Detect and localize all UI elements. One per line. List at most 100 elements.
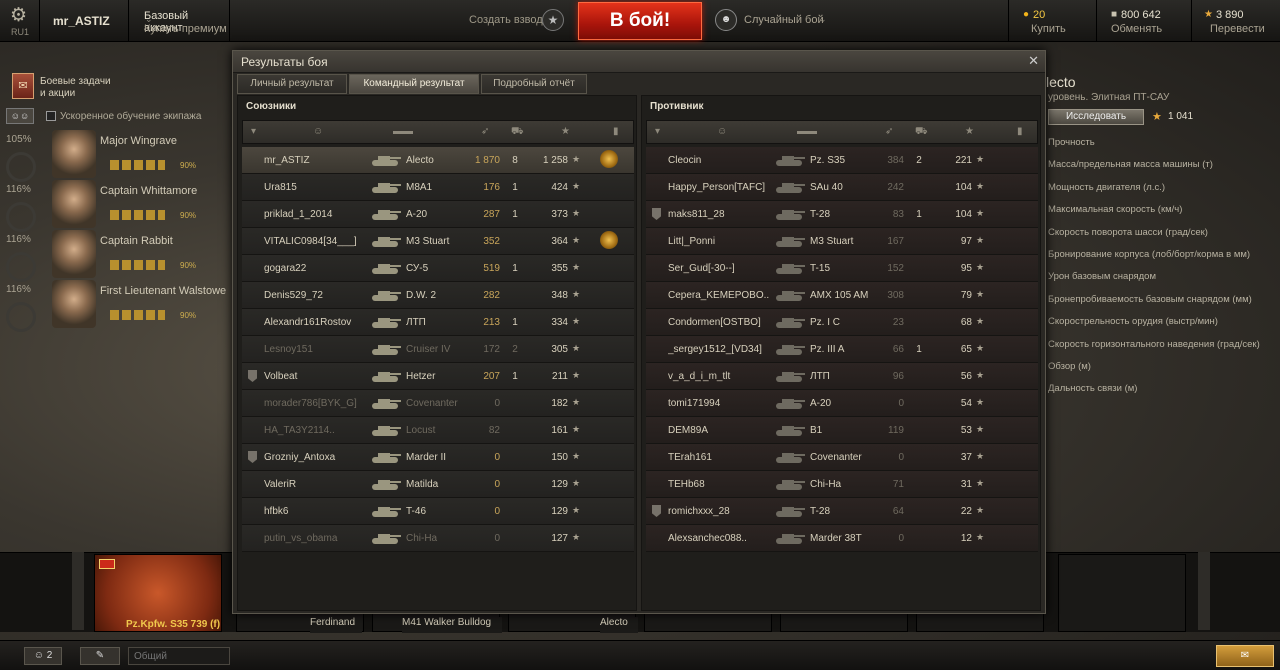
enemies-title: Противник [650, 101, 704, 112]
crew-pct: 105% [6, 134, 32, 145]
crew-member[interactable]: 105% Major Wingrave 90% [0, 130, 232, 182]
table-row[interactable]: putin_vs_obama Chi-Ha 0 127 ★ [242, 525, 634, 552]
table-row[interactable]: Cepera_KEMEPOBO.. AMX 105 AM 308 79 ★ [646, 282, 1038, 309]
table-row[interactable]: DEM89A B1 119 53 ★ [646, 417, 1038, 444]
crew-member[interactable]: 116% Captain Whittamore 90% [0, 180, 232, 232]
table-row[interactable]: morader786[BYK_G] Covenanter 0 182 ★ [242, 390, 634, 417]
exchange-button[interactable]: Обменять [1111, 23, 1162, 35]
table-row[interactable]: HA_TA3Y2114.. Locust 82 161 ★ [242, 417, 634, 444]
battle-button[interactable]: В бой! [578, 2, 702, 40]
table-row[interactable]: Volbeat Hetzer 207 1 211 ★ [242, 363, 634, 390]
chat-channels-button[interactable]: ✎ [80, 647, 120, 665]
table-row[interactable]: Denis529_72 D.W. 2 282 348 ★ [242, 282, 634, 309]
crew-menu-button[interactable]: ☺☺ [6, 108, 34, 124]
medals-column-icon[interactable]: ▮ [613, 126, 619, 137]
medal-icon[interactable] [600, 231, 618, 249]
accelerated-crew-checkbox[interactable] [46, 111, 56, 121]
table-row[interactable]: hfbk6 T-46 0 129 ★ [242, 498, 634, 525]
table-row[interactable]: maks811_28 T-28 83 1 104 ★ [646, 201, 1038, 228]
crew-member[interactable]: 116% Captain Rabbit 90% [0, 230, 232, 282]
table-row[interactable]: _sergey1512_[VD34] Pz. III A 66 1 65 ★ [646, 336, 1038, 363]
convert-xp-button[interactable]: Перевести [1210, 23, 1265, 35]
carousel-tank-label[interactable]: Alecto [600, 617, 638, 633]
table-row[interactable]: Cleocin Pz. S35 384 2 221 ★ [646, 147, 1038, 174]
tank-icon-wrap [774, 502, 806, 520]
friends-button[interactable]: ☺ 2 [24, 647, 62, 665]
table-row[interactable]: mr_ASTIZ Alecto 1 870 8 1 258 ★ [242, 147, 634, 174]
carousel-selected-tank[interactable]: Pz.Kpfw. S35 739 (f) [94, 554, 222, 632]
damage-value: 0 [898, 533, 904, 544]
platoon-column-icon[interactable]: ▾ [655, 126, 660, 137]
table-row[interactable]: Ura815 M8A1 176 1 424 ★ [242, 174, 634, 201]
table-row[interactable]: Alexandr161Rostov ЛТП 213 1 334 ★ [242, 309, 634, 336]
tab-team[interactable]: Командный результат [349, 74, 479, 94]
table-row[interactable]: romichxxx_28 T-28 64 22 ★ [646, 498, 1038, 525]
window-titlebar[interactable]: Результаты боя ✕ [233, 51, 1045, 73]
account-menu[interactable]: mr_ASTIZ ⌄ [41, 0, 153, 42]
chat-input[interactable] [128, 647, 230, 665]
tank-icon-wrap [774, 448, 806, 466]
carousel-tank-label[interactable]: M41 Walker Bulldog [402, 617, 502, 633]
table-row[interactable]: ValeriR Matilda 0 129 ★ [242, 471, 634, 498]
table-row[interactable]: Ser_Gud[-30--] T-15 152 95 ★ [646, 255, 1038, 282]
table-row[interactable]: tomi171994 A-20 0 54 ★ [646, 390, 1038, 417]
tank-column-icon[interactable]: ▬▬ [393, 126, 413, 137]
platoon-column-icon[interactable]: ▾ [251, 126, 256, 137]
player-name: Grozniy_Antoxa [264, 452, 336, 463]
xp-column-icon[interactable]: ★ [965, 126, 974, 137]
table-row[interactable]: gogara22 СУ-5 519 1 355 ★ [242, 255, 634, 282]
carousel-slot[interactable] [1058, 554, 1186, 632]
medals-column-icon[interactable]: ▮ [1017, 126, 1023, 137]
player-column-icon[interactable]: ☺ [313, 126, 323, 137]
damage-column-icon[interactable]: ➶ [885, 126, 893, 137]
spec-label: Обзор (м) [1048, 360, 1091, 372]
table-row[interactable]: Grozniy_Antoxa Marder II 0 150 ★ [242, 444, 634, 471]
tank-icon-wrap [370, 529, 402, 547]
medal-icon[interactable] [600, 150, 618, 168]
battle-mode-selector[interactable]: Случайный бой [744, 14, 824, 26]
table-row[interactable]: Lesnoy151 Cruiser IV 172 2 305 ★ [242, 336, 634, 363]
xp-value: 129 [551, 479, 568, 490]
table-row[interactable]: VITALIC0984[34___] M3 Stuart 352 364 ★ [242, 228, 634, 255]
notifications-button[interactable]: ✉ [1216, 645, 1274, 667]
research-button[interactable]: Исследовать [1048, 109, 1144, 125]
accelerated-crew-label: Ускоренное обучение экипажа [60, 111, 202, 122]
damage-column-icon[interactable]: ➶ [481, 126, 489, 137]
carousel-scroll-right[interactable] [1198, 552, 1210, 630]
table-row[interactable]: Alexsanchec088.. Marder 38T 0 12 ★ [646, 525, 1038, 552]
table-row[interactable]: TErah161 Covenanter 0 37 ★ [646, 444, 1038, 471]
tank-column-icon[interactable]: ▬▬ [797, 126, 817, 137]
table-row[interactable]: Condormen[OSTBO] Pz. I C 23 68 ★ [646, 309, 1038, 336]
settings-button[interactable]: ⚙ RU1 [0, 0, 40, 42]
star-icon: ★ [1152, 111, 1162, 123]
buy-gold-button[interactable]: Купить [1031, 23, 1066, 35]
xp-column-icon[interactable]: ★ [561, 126, 570, 137]
player-column-icon[interactable]: ☺ [717, 126, 727, 137]
table-row[interactable]: Happy_Person[TAFC] SAu 40 242 104 ★ [646, 174, 1038, 201]
tank-icon [372, 156, 401, 166]
tab-personal[interactable]: Личный результат [237, 74, 347, 94]
tank-icon [372, 291, 401, 301]
battle-mode-icon[interactable]: ☻ [715, 9, 737, 31]
table-row[interactable]: TEHb68 Chi-Ha 71 31 ★ [646, 471, 1038, 498]
crew-member[interactable]: 116% First Lieutenant Walstowe 90% [0, 280, 232, 332]
table-row[interactable]: priklad_1_2014 A-20 287 1 373 ★ [242, 201, 634, 228]
create-platoon-button[interactable]: Создать взвод [469, 14, 543, 26]
close-icon[interactable]: ✕ [1028, 53, 1039, 69]
tank-icon [372, 426, 401, 436]
buy-premium-link[interactable]: Купить премиум [144, 23, 227, 35]
quests-button[interactable]: ✉ Боевые задачи и акции [12, 73, 112, 103]
platoon-icon [248, 451, 257, 463]
player-name: _sergey1512_[VD34] [668, 344, 762, 355]
tank-icon [776, 345, 805, 355]
damage-value: 1 870 [474, 155, 500, 166]
kills-column-icon[interactable]: ⛟ [915, 126, 928, 139]
kills-column-icon[interactable]: ⛟ [511, 126, 524, 139]
carousel-scroll-left[interactable] [72, 552, 84, 630]
table-row[interactable]: Litt|_Ponni M3 Stuart 167 97 ★ [646, 228, 1038, 255]
carousel-tank-label[interactable]: Ferdinand [310, 617, 362, 633]
tab-detailed[interactable]: Подробный отчёт [481, 74, 587, 94]
kills-value: 8 [512, 155, 518, 166]
platoon-icon[interactable]: ★ [542, 9, 564, 31]
table-row[interactable]: v_a_d_i_m_tlt ЛТП 96 56 ★ [646, 363, 1038, 390]
